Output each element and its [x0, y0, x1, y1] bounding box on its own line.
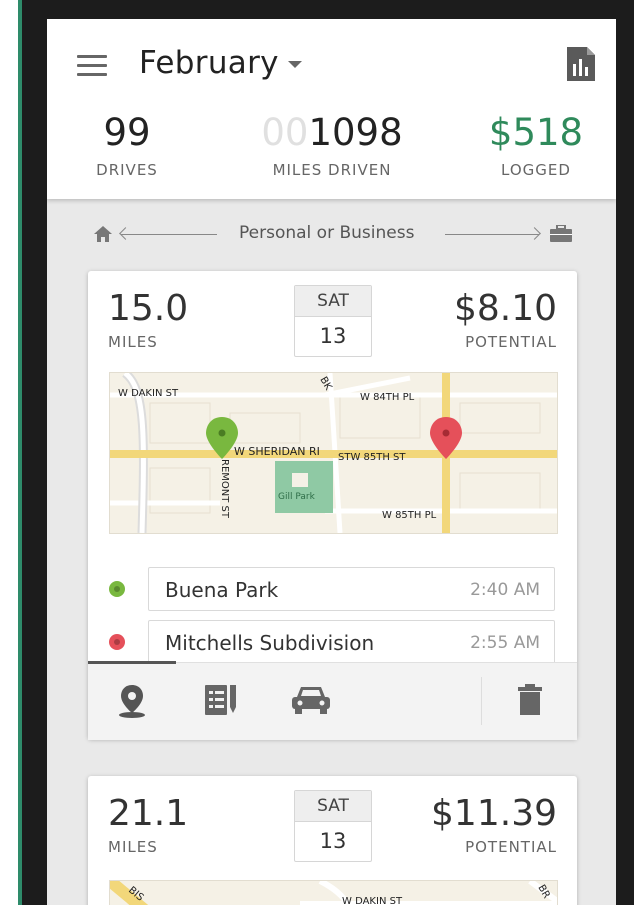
drive-potential-value: $8.10 — [453, 288, 557, 329]
car-icon[interactable] — [289, 683, 333, 717]
end-location-field[interactable]: Mitchells Subdivision 2:55 AM — [148, 620, 555, 664]
briefcase-icon — [550, 225, 572, 242]
drive-miles-label: MILES — [108, 333, 158, 351]
map-label-w-sheridan: W SHERIDAN RI — [234, 445, 320, 458]
right-arrow-head — [528, 227, 541, 240]
start-dot-icon — [109, 581, 125, 597]
drive-day-of-week: SAT — [295, 791, 371, 822]
frame-edge — [18, 0, 22, 905]
drive-potential: $8.10 POTENTIAL — [453, 288, 557, 352]
start-time: 2:40 AM — [470, 580, 540, 600]
miles-leading-zeros: 00 — [261, 111, 309, 154]
drive-date: SAT 13 — [294, 285, 372, 357]
location-pin-icon[interactable] — [116, 683, 148, 719]
logged-value: $518 — [488, 111, 584, 154]
end-time: 2:55 AM — [470, 633, 540, 653]
map-label-fremont: REMONT ST — [219, 459, 230, 519]
logged-label: LOGGED — [501, 161, 571, 179]
report-icon[interactable] — [567, 47, 595, 81]
drive-miles: 15.0 MILES — [108, 288, 189, 352]
logged-stat[interactable]: $518 LOGGED — [481, 111, 591, 179]
route-map[interactable]: W DAKIN ST W 84TH PL BK W SHERIDAN RI ST… — [109, 372, 558, 534]
month-selector[interactable]: February — [139, 45, 279, 81]
miles-driven-value: 001098 — [257, 111, 407, 155]
active-tab-indicator — [88, 661, 176, 664]
miles-number: 1098 — [308, 111, 403, 154]
app-screen: February 99 DRIVES 001098 MILES DRIVEN $… — [47, 19, 616, 905]
card-toolbar — [88, 661, 577, 740]
drive-day: 13 — [319, 324, 347, 348]
miles-driven-label: MILES DRIVEN — [272, 161, 392, 179]
swipe-hint: Personal or Business — [87, 219, 577, 249]
toolbar-divider — [481, 677, 482, 725]
start-location-field[interactable]: Buena Park 2:40 AM — [148, 567, 555, 611]
start-location-row[interactable]: Buena Park 2:40 AM — [109, 567, 556, 611]
drives-stat[interactable]: 99 DRIVES — [81, 111, 173, 179]
end-location-row[interactable]: Mitchells Subdivision 2:55 AM — [109, 620, 556, 664]
drive-miles-value: 21.1 — [108, 793, 189, 834]
map-label-w-85th-pl: W 85TH PL — [382, 510, 437, 521]
drives-label: DRIVES — [96, 161, 158, 179]
drive-date: SAT 13 — [294, 790, 372, 862]
menu-icon[interactable] — [77, 55, 107, 77]
map-label-gill-park: Gill Park — [278, 492, 316, 502]
notes-icon[interactable] — [203, 683, 239, 717]
left-arrow-line — [121, 234, 217, 235]
drive-potential-label: POTENTIAL — [465, 333, 557, 351]
trash-icon[interactable] — [516, 683, 544, 717]
drive-potential-value: $11.39 — [431, 793, 557, 834]
end-location-name: Mitchells Subdivision — [165, 631, 375, 655]
drive-card[interactable]: 21.1 MILES SAT 13 $11.39 POTENTIAL BIS W… — [88, 776, 577, 905]
chevron-down-icon[interactable] — [288, 61, 302, 68]
map-label-w-84th: W 84TH PL — [360, 392, 415, 403]
start-location-name: Buena Park — [165, 578, 279, 602]
route-map[interactable]: BIS W DAKIN ST BR — [109, 880, 558, 905]
drive-card[interactable]: 15.0 MILES SAT 13 $8.10 POTENTIAL W DAKI… — [88, 271, 577, 740]
drive-day: 13 — [319, 829, 347, 853]
left-arrow-head — [119, 227, 132, 240]
miles-stat[interactable]: 001098 MILES DRIVEN — [257, 111, 407, 179]
drive-miles-value: 15.0 — [108, 288, 189, 329]
end-dot-icon — [109, 634, 125, 650]
home-icon — [94, 226, 112, 242]
drive-miles-label: MILES — [108, 838, 158, 856]
right-arrow-line — [445, 234, 539, 235]
drive-day-of-week: SAT — [295, 286, 371, 317]
map-label-w-dakin: W DAKIN ST — [342, 896, 403, 905]
header: February 99 DRIVES 001098 MILES DRIVEN $… — [47, 19, 616, 199]
drives-count: 99 — [103, 111, 151, 154]
personal-or-business-label: Personal or Business — [239, 223, 415, 243]
map-label-w-85th-st: STW 85TH ST — [338, 452, 406, 463]
drive-potential-label: POTENTIAL — [465, 838, 557, 856]
map-label-w-dakin: W DAKIN ST — [118, 388, 179, 399]
drive-miles: 21.1 MILES — [108, 793, 189, 857]
drive-potential: $11.39 POTENTIAL — [431, 793, 557, 857]
